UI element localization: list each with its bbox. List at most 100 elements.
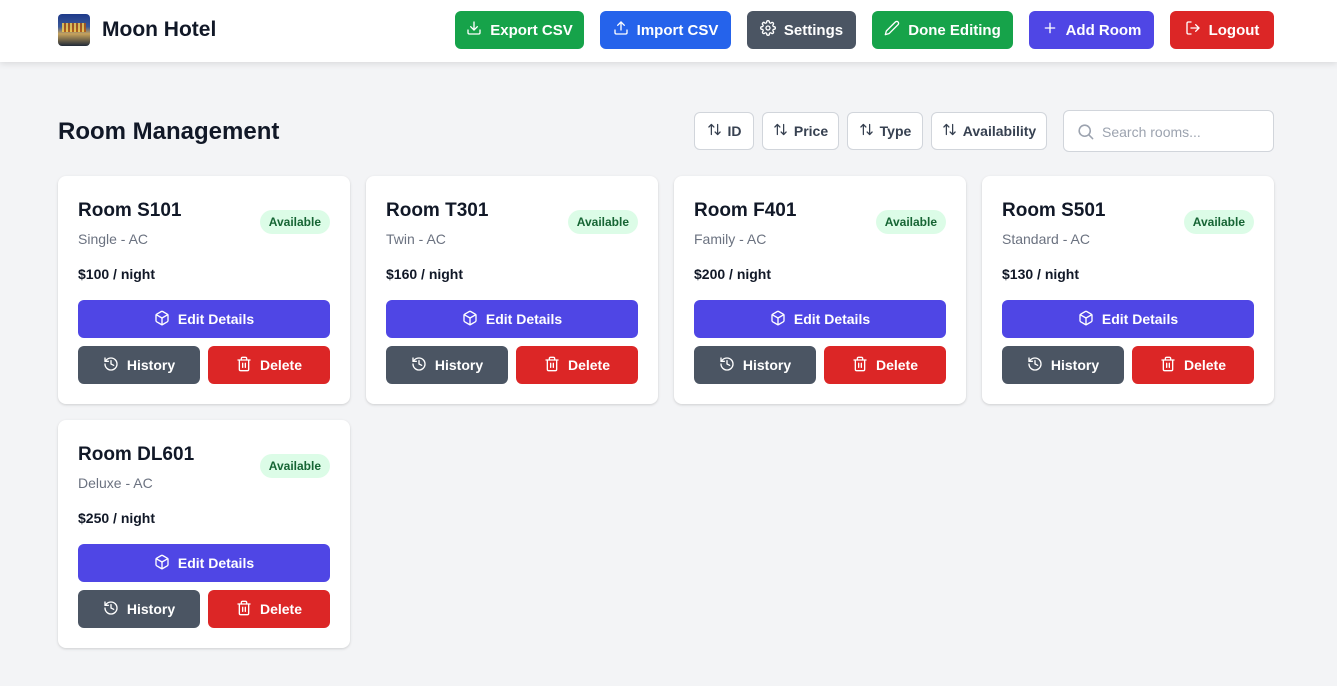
history-label: History (1050, 357, 1100, 373)
status-badge: Available (259, 454, 330, 478)
history-label: History (126, 357, 176, 373)
history-button[interactable]: History (694, 346, 816, 384)
status-badge: Available (875, 210, 946, 234)
room-price: $200 / night (694, 266, 772, 282)
history-icon (103, 356, 119, 375)
room-card: Room S101 Available Single - AC $100 / n… (58, 176, 350, 404)
status-badge: Available (259, 210, 330, 234)
search-input[interactable] (1102, 119, 1267, 145)
logout-label: Logout (1208, 21, 1260, 39)
edit-details-button[interactable]: Edit Details (1002, 300, 1254, 338)
brand[interactable]: Moon Hotel (58, 14, 216, 46)
room-price: $100 / night (78, 266, 156, 282)
edit-details-label: Edit Details (177, 311, 255, 327)
delete-button[interactable]: Delete (1132, 346, 1254, 384)
delete-button[interactable]: Delete (516, 346, 638, 384)
sort-price-button[interactable]: Price (762, 112, 839, 150)
box-icon (154, 554, 170, 573)
edit-details-label: Edit Details (177, 555, 255, 571)
trash-icon (852, 356, 868, 375)
delete-label: Delete (875, 357, 919, 373)
box-icon (462, 310, 478, 329)
edit-details-button[interactable]: Edit Details (694, 300, 946, 338)
edit-details-button[interactable]: Edit Details (78, 300, 330, 338)
sort-id-button[interactable]: ID (694, 112, 754, 150)
upload-icon (613, 20, 629, 40)
box-icon (154, 310, 170, 329)
room-type: Family - AC (694, 231, 767, 247)
delete-button[interactable]: Delete (824, 346, 946, 384)
room-card: Room F401 Available Family - AC $200 / n… (674, 176, 966, 404)
pencil-icon (884, 20, 900, 40)
box-icon (770, 310, 786, 329)
history-label: History (434, 357, 484, 373)
export-csv-button[interactable]: Export CSV (455, 11, 584, 49)
sort-arrows-icon (773, 122, 788, 140)
sort-type-button[interactable]: Type (847, 112, 923, 150)
settings-button[interactable]: Settings (747, 11, 856, 49)
logout-button[interactable]: Logout (1170, 11, 1274, 49)
history-label: History (742, 357, 792, 373)
trash-icon (544, 356, 560, 375)
history-button[interactable]: History (1002, 346, 1124, 384)
room-type: Deluxe - AC (78, 475, 153, 491)
delete-button[interactable]: Delete (208, 590, 330, 628)
history-icon (103, 600, 119, 619)
delete-button[interactable]: Delete (208, 346, 330, 384)
history-icon (411, 356, 427, 375)
sort-arrows-icon (707, 122, 722, 140)
room-price: $160 / night (386, 266, 464, 282)
done-editing-button[interactable]: Done Editing (872, 11, 1013, 49)
gear-icon (759, 20, 776, 40)
export-csv-label: Export CSV (490, 21, 573, 39)
history-button[interactable]: History (386, 346, 508, 384)
edit-details-button[interactable]: Edit Details (386, 300, 638, 338)
history-icon (719, 356, 735, 375)
app-name: Moon Hotel (102, 18, 217, 41)
edit-details-label: Edit Details (485, 311, 563, 327)
room-name: Room S501 (1002, 200, 1106, 221)
room-card: Room T301 Available Twin - AC $160 / nig… (366, 176, 658, 404)
room-name: Room F401 (694, 200, 797, 221)
status-badge: Available (567, 210, 638, 234)
history-button[interactable]: History (78, 590, 200, 628)
history-button[interactable]: History (78, 346, 200, 384)
import-csv-button[interactable]: Import CSV (600, 11, 731, 49)
delete-label: Delete (259, 601, 303, 617)
page-title: Room Management (58, 118, 280, 145)
sort-availability-button[interactable]: Availability (931, 112, 1047, 150)
settings-label: Settings (783, 21, 844, 39)
room-price: $250 / night (78, 510, 156, 526)
top-navbar: Moon Hotel Export CSV Import CSV Setting… (0, 0, 1337, 62)
delete-label: Delete (1183, 357, 1227, 373)
delete-label: Delete (259, 357, 303, 373)
trash-icon (236, 600, 252, 619)
room-price: $130 / night (1002, 266, 1080, 282)
edit-details-label: Edit Details (1101, 311, 1179, 327)
room-name: Room S101 (78, 200, 182, 221)
room-type: Twin - AC (386, 231, 446, 247)
logout-icon (1185, 20, 1201, 40)
edit-details-button[interactable]: Edit Details (78, 544, 330, 582)
room-name: Room T301 (386, 200, 489, 221)
download-icon (466, 20, 482, 40)
room-card: Room S501 Available Standard - AC $130 /… (982, 176, 1274, 404)
done-editing-label: Done Editing (908, 21, 1001, 39)
sort-type-label: Type (879, 123, 912, 139)
room-type: Standard - AC (1002, 231, 1090, 247)
delete-label: Delete (567, 357, 611, 373)
trash-icon (1160, 356, 1176, 375)
plus-icon (1042, 20, 1058, 40)
room-card: Room DL601 Available Deluxe - AC $250 / … (58, 420, 350, 648)
trash-icon (236, 356, 252, 375)
sort-availability-label: Availability (962, 123, 1037, 139)
import-csv-label: Import CSV (636, 21, 719, 39)
add-room-button[interactable]: Add Room (1029, 11, 1154, 49)
history-icon (1027, 356, 1043, 375)
sort-price-label: Price (793, 123, 829, 139)
box-icon (1078, 310, 1094, 329)
room-name: Room DL601 (78, 444, 195, 465)
sort-arrows-icon (859, 122, 874, 140)
hotel-logo (58, 14, 90, 46)
status-badge: Available (1183, 210, 1254, 234)
